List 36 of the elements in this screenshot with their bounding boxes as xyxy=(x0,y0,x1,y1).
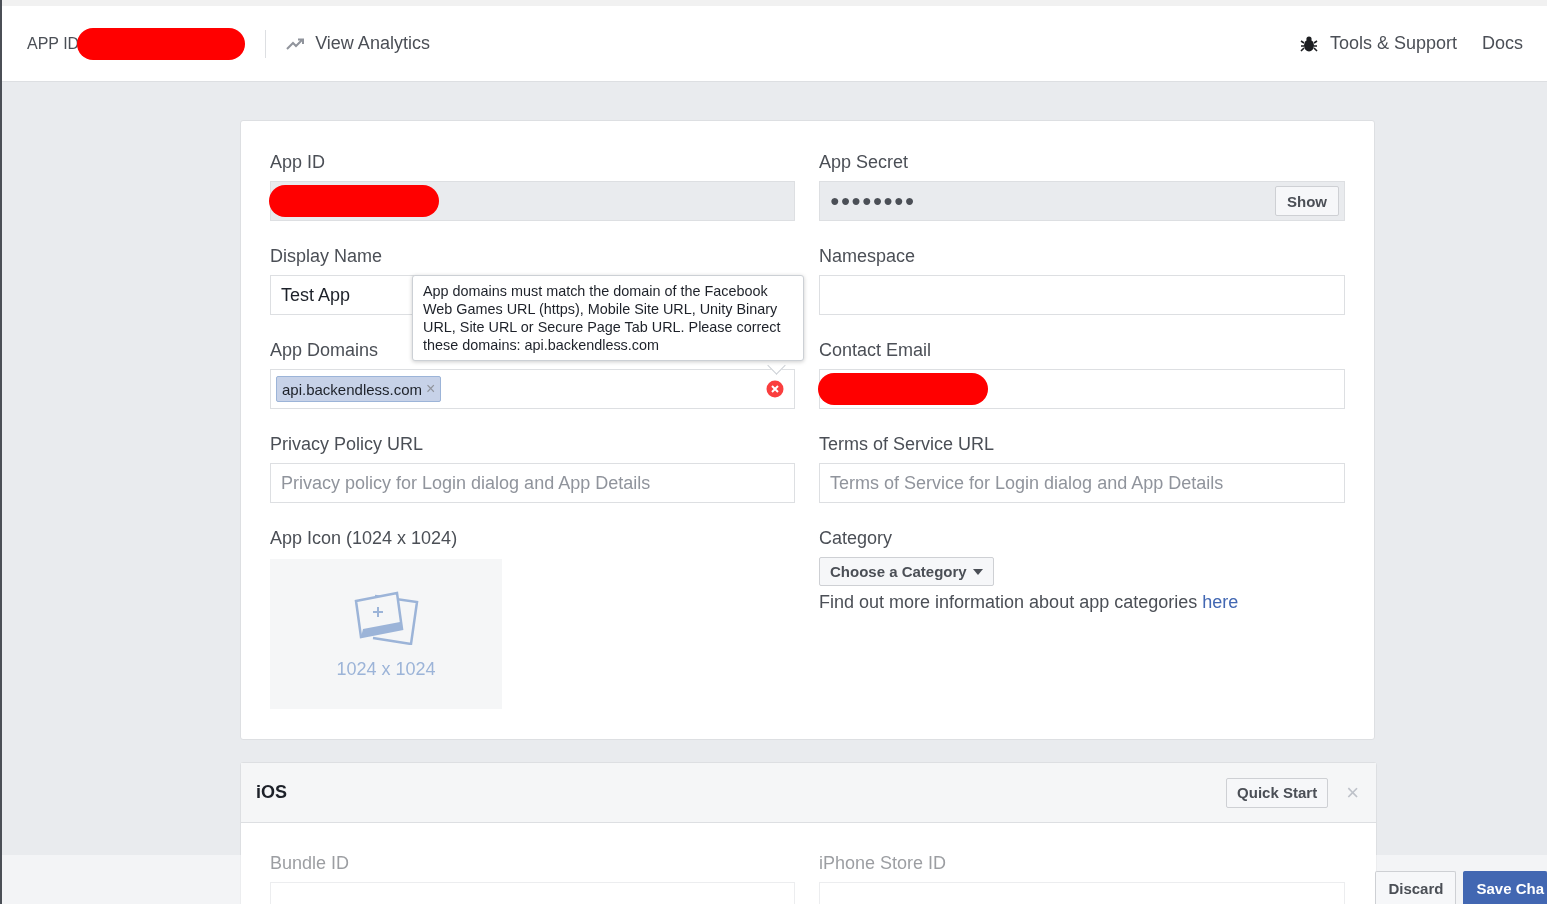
section-title: iOS xyxy=(256,782,288,803)
field-label: App ID xyxy=(270,151,326,173)
category-dropdown[interactable]: Choose a Category xyxy=(819,557,994,586)
docs-link[interactable]: Docs xyxy=(1482,33,1523,54)
caret-icon xyxy=(972,568,983,575)
input-field[interactable] xyxy=(819,275,1345,315)
input-field[interactable]: Privacy policy for Login dialog and App Details xyxy=(270,463,795,503)
field-label: Contact Email xyxy=(819,339,932,361)
discard-button[interactable]: Discard xyxy=(1375,871,1457,904)
trend-arrow-icon xyxy=(286,37,306,50)
error-tooltip: App domains must match the domain of the Facebook Web Games URL (https), Mobile Site URL, Unity Binary URL, Site URL or Secure Page Tab URL. Please correct these domains: api.backendless.com xyxy=(412,275,804,361)
view-analytics-link[interactable]: View Analytics xyxy=(315,33,430,54)
field-label: Namespace xyxy=(819,245,916,267)
field-label: Terms of Service URL xyxy=(819,433,995,455)
domains-field[interactable]: api.backendless.com × xyxy=(270,369,795,409)
save-button[interactable]: Save Cha xyxy=(1463,871,1547,904)
bug-icon[interactable] xyxy=(1299,34,1318,53)
field-label: Bundle ID xyxy=(270,853,350,873)
app-id-label: APP ID xyxy=(27,34,80,53)
input-field[interactable] xyxy=(819,369,1345,409)
category-help-text: Find out more information about app categories here xyxy=(819,592,1240,613)
tools-support-link[interactable]: Tools & Support xyxy=(1329,33,1457,54)
masked-secret: ●●●●●●●● xyxy=(830,192,917,210)
field-label: Privacy Policy URL xyxy=(270,433,424,455)
field-label: App Icon (1024 x 1024) xyxy=(270,527,459,549)
field-label: App Domains xyxy=(270,339,379,361)
categories-link[interactable]: here xyxy=(1202,592,1239,612)
field-label: App Secret xyxy=(819,151,909,173)
field-label: Display Name xyxy=(270,245,383,267)
quick-start-button[interactable]: Quick Start xyxy=(1226,777,1329,808)
domain-tag[interactable]: api.backendless.com × xyxy=(276,376,442,402)
size-hint: 1024 x 1024 xyxy=(336,658,436,680)
input-field[interactable]: Terms of Service for Login dialog and App Details xyxy=(819,463,1345,503)
show-button[interactable]: Show xyxy=(1275,186,1339,216)
field-label: Category xyxy=(819,527,894,549)
field-label: iPhone Store ID xyxy=(819,853,947,873)
